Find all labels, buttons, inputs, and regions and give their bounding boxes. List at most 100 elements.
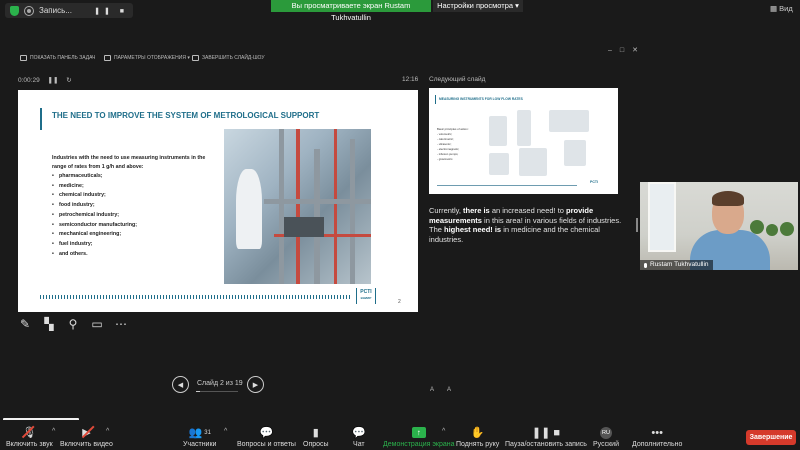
instrument-image	[564, 140, 586, 166]
participants-caret[interactable]: ^	[224, 428, 227, 435]
mic-icon	[644, 262, 647, 268]
list-item: - gravimetric.	[437, 157, 454, 161]
chat-button[interactable]: 💬 Чат	[352, 426, 366, 448]
view-label: Вид	[779, 4, 793, 13]
start-video-button[interactable]: ▶ Включить видео	[60, 426, 113, 448]
pipe	[279, 129, 284, 284]
presenter-toolbar: ПОКАЗАТЬ ПАНЕЛЬ ЗАДАЧ ПАРАМЕТРЫ ОТОБРАЖЕ…	[0, 52, 800, 66]
reset-timer-icon[interactable]: ↻	[66, 77, 71, 84]
show-taskbar-button[interactable]: ПОКАЗАТЬ ПАНЕЛЬ ЗАДАЧ	[20, 55, 95, 61]
pipe	[296, 129, 300, 284]
camera-off-icon: ▶	[82, 427, 91, 439]
slides-grid-icon[interactable]: ▚	[41, 316, 57, 332]
notes-text-run: an increased need! to	[489, 206, 567, 215]
principles-list: Basic principles of action: - volumetric…	[437, 127, 469, 162]
unmute-button[interactable]: 🎙 Включить звук	[6, 426, 53, 448]
current-slide: THE NEED TO IMPROVE THE SYSTEM OF METROL…	[18, 90, 418, 312]
recording-label: Запись...	[39, 6, 72, 15]
slide-progress-fill	[196, 391, 201, 392]
pipe	[264, 199, 371, 204]
microphone-muted-icon: 🎙	[22, 427, 37, 439]
pause-stop-icons[interactable]: ❚❚ ■	[94, 7, 128, 15]
list-item: food industry;	[52, 201, 137, 211]
pipe	[350, 139, 355, 284]
view-settings-button[interactable]: Настройки просмотра ▾	[433, 0, 523, 12]
list-item: semiconductor manufacturing;	[52, 221, 137, 231]
chat-icon: 💬	[352, 427, 366, 439]
industry-list: pharmaceuticals; medicine; chemical indu…	[52, 172, 137, 259]
subtitles-icon[interactable]: ▭	[89, 316, 105, 332]
elapsed-time: 0:00:29	[18, 77, 40, 84]
plant	[766, 224, 778, 236]
list-item: fuel industry;	[52, 240, 137, 250]
meeting-toolbar: 🎙 Включить звук ^ ▶ Включить видео ^ 👥 31…	[0, 420, 800, 450]
language-button[interactable]: RU Русский	[593, 426, 619, 448]
instrument-image	[489, 153, 509, 175]
clock: 12:16	[402, 76, 419, 83]
slide-ruler	[437, 185, 577, 186]
shield-icon	[10, 5, 19, 16]
language-icon: RU	[599, 426, 612, 439]
taskbar-icon	[20, 55, 27, 61]
pause-timer-icon[interactable]: ❚❚	[48, 77, 59, 84]
share-banner: Вы просматриваете экран Rustam Tukhvatul…	[271, 0, 431, 22]
slide-counter: Слайд 2 из 19	[197, 380, 243, 387]
end-show-icon	[192, 55, 199, 61]
grid-icon: ▦	[770, 4, 780, 13]
more-icon: •••	[651, 426, 663, 439]
notes-text-run: highest need! is	[444, 225, 502, 234]
audio-options-caret[interactable]: ^	[52, 428, 55, 435]
more-options-icon[interactable]: ⋯	[113, 316, 129, 332]
record-icon	[24, 5, 34, 16]
list-item: chemical industry;	[52, 191, 137, 201]
pause-stop-icon: ❚❚ ■	[531, 427, 561, 439]
more-button[interactable]: ••• Дополнительно	[632, 426, 682, 449]
share-options-caret[interactable]: ^	[442, 428, 445, 435]
person-hair	[712, 191, 744, 206]
qa-icon: 💬	[259, 427, 274, 439]
list-item: medicine;	[52, 182, 137, 192]
pen-icon[interactable]: ✎	[17, 316, 33, 332]
notes-text-run: there is	[463, 206, 490, 215]
next-slide-thumbnail[interactable]: MEASURING INSTRUMENTS FOR LOW FLOW RATES…	[429, 88, 618, 194]
instrument-image	[517, 110, 531, 146]
window-controls[interactable]: –□✕	[608, 46, 646, 54]
speaker-notes[interactable]: Currently, there is an increased need! t…	[429, 206, 629, 244]
share-screen-icon: ↑	[411, 427, 426, 438]
video-options-caret[interactable]: ^	[106, 428, 109, 435]
plant	[780, 222, 794, 236]
font-size-controls[interactable]: A A	[430, 387, 457, 393]
recording-indicator[interactable]: Запись... ❚❚ ■	[5, 3, 133, 18]
valve-block	[284, 217, 324, 237]
polls-button[interactable]: ▮ Опросы	[303, 426, 329, 448]
hand-icon: ✋	[470, 427, 485, 439]
instrument-image	[549, 110, 589, 132]
pause-recording-button[interactable]: ❚❚ ■ Пауза/остановить запись	[505, 426, 587, 448]
previous-slide-button[interactable]: ◀	[172, 376, 189, 393]
monitor-icon	[104, 55, 111, 61]
pipe	[334, 129, 337, 284]
qa-button[interactable]: 💬 Вопросы и ответы	[237, 426, 296, 448]
scientist-figure	[236, 169, 262, 249]
list-item: pharmaceuticals;	[52, 172, 137, 182]
slide-ruler	[40, 295, 350, 299]
participants-button[interactable]: 👥 31 Участники	[183, 426, 216, 448]
participant-video[interactable]: Rustam Tukhvatullin	[640, 182, 798, 270]
slide-title: THE NEED TO IMPROVE THE SYSTEM OF METROL…	[52, 111, 320, 120]
next-slide-button[interactable]: ▶	[247, 376, 264, 393]
slide-intro: Industries with the need to use measurin…	[52, 155, 206, 170]
background-window	[648, 182, 676, 252]
lab-photo	[224, 129, 371, 284]
raise-hand-button[interactable]: ✋ Поднять руку	[456, 426, 499, 448]
slide-progress	[196, 391, 238, 392]
title-accent-bar	[435, 95, 436, 104]
zoom-icon[interactable]: ⚲	[65, 316, 81, 332]
slide-page-number: 2	[398, 299, 401, 305]
notes-scrollbar[interactable]	[636, 218, 638, 232]
end-slideshow-button[interactable]: ЗАВЕРШИТЬ СЛАЙД-ШОУ	[192, 55, 265, 61]
display-settings-button[interactable]: ПАРАМЕТРЫ ОТОБРАЖЕНИЯ ▾	[104, 55, 190, 61]
end-button[interactable]: Завершение	[746, 430, 796, 445]
list-item: mechanical engineering;	[52, 230, 137, 240]
slide-logo: PCTI ВНИИР	[356, 288, 376, 304]
view-button[interactable]: ▦ Вид	[770, 4, 793, 13]
